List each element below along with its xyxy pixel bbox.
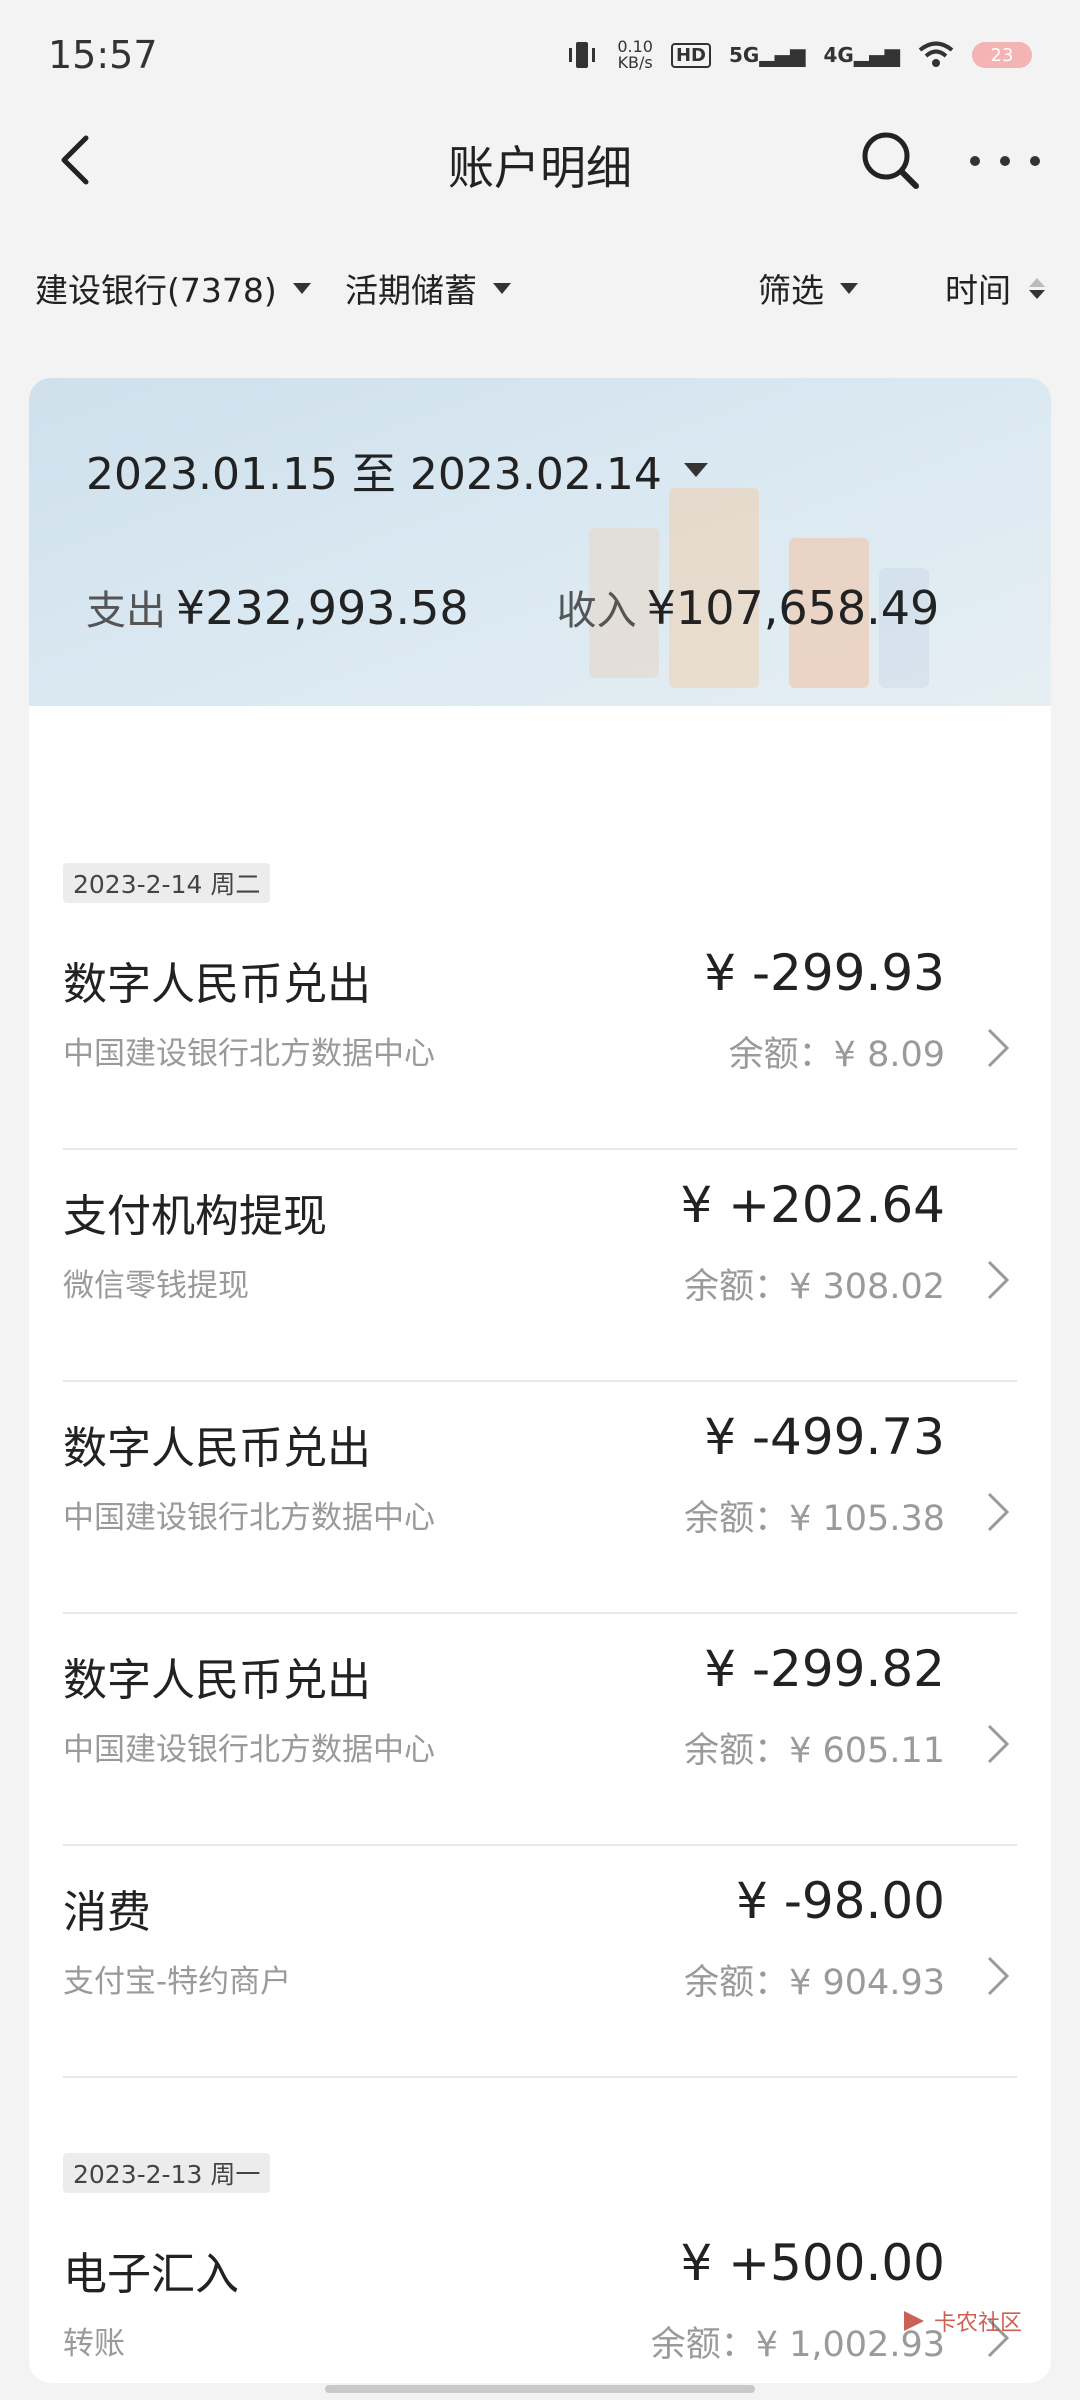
transactions-card: 2023.01.15 至 2023.02.14 支出 ¥232,993.58 收入… bbox=[29, 378, 1051, 2383]
transaction-row[interactable]: 支付机构提现 ¥ +202.64 微信零钱提现 余额：¥ 308.02 bbox=[63, 1150, 1017, 1382]
caret-down-icon bbox=[840, 282, 858, 294]
status-time: 15:57 bbox=[48, 33, 158, 77]
account-type-selector[interactable]: 活期储蓄 bbox=[345, 264, 511, 312]
filter-bar: 建设银行(7378) 活期储蓄 筛选 时间 bbox=[0, 250, 1080, 330]
hd-icon: HD bbox=[670, 42, 711, 68]
search-icon[interactable] bbox=[858, 128, 922, 192]
date-header: 2023-2-14 周二 bbox=[63, 863, 271, 903]
filter-button[interactable]: 筛选 bbox=[758, 264, 858, 312]
status-bar: 15:57 0.10 KB/s HD 5G▂▄▆ 4G▂▄▆ 23 bbox=[0, 0, 1080, 110]
nav-bar: 账户明细 bbox=[0, 110, 1080, 210]
date-range-selector[interactable]: 2023.01.15 至 2023.02.14 bbox=[86, 438, 708, 502]
time-sort-button[interactable]: 时间 bbox=[945, 264, 1045, 312]
date-header: 2023-2-13 周一 bbox=[63, 2153, 271, 2193]
watermark-logo-icon bbox=[904, 2311, 924, 2331]
chevron-right-icon bbox=[987, 1724, 1010, 1764]
vibrate-icon bbox=[569, 42, 596, 68]
chevron-right-icon bbox=[987, 1028, 1010, 1068]
transaction-row[interactable]: 消费 ¥ -98.00 支付宝-特约商户 余额：¥ 904.93 bbox=[63, 1846, 1017, 2078]
watermark: 卡农社区 bbox=[900, 2305, 1022, 2337]
transaction-row[interactable]: 数字人民币兑出 ¥ -299.82 中国建设银行北方数据中心 余额：¥ 605.… bbox=[63, 1614, 1017, 1846]
account-selector[interactable]: 建设银行(7378) bbox=[35, 264, 311, 312]
expense-total: 支出 ¥232,993.58 bbox=[86, 581, 469, 635]
chevron-right-icon bbox=[987, 1492, 1010, 1532]
summary-header: 2023.01.15 至 2023.02.14 支出 ¥232,993.58 收入… bbox=[29, 378, 1051, 706]
net-speed: 0.10 KB/s bbox=[617, 37, 653, 72]
caret-down-icon bbox=[292, 282, 311, 294]
status-icons: 0.10 KB/s HD 5G▂▄▆ 4G▂▄▆ 23 bbox=[565, 38, 1032, 72]
wifi-icon bbox=[918, 41, 954, 67]
transaction-row[interactable]: 数字人民币兑出 ¥ -299.93 中国建设银行北方数据中心 余额：¥ 8.09 bbox=[63, 918, 1017, 1150]
totals: 支出 ¥232,993.58 收入 ¥107,658.49 bbox=[86, 578, 939, 636]
home-indicator[interactable] bbox=[325, 2385, 755, 2393]
chevron-right-icon bbox=[987, 1260, 1010, 1300]
signal-5g-icon: 5G▂▄▆ bbox=[729, 43, 806, 67]
more-options-icon[interactable] bbox=[970, 136, 1040, 186]
transaction-row[interactable]: 电子汇入 ¥ +500.00 转账 余额：¥ 1,002.93 bbox=[63, 2208, 1017, 2383]
signal-4g-icon: 4G▂▄▆ bbox=[823, 43, 901, 67]
sort-icon bbox=[1029, 277, 1045, 299]
battery-icon: 23 bbox=[972, 42, 1032, 68]
chevron-right-icon bbox=[987, 1956, 1010, 1996]
transaction-row[interactable]: 数字人民币兑出 ¥ -499.73 中国建设银行北方数据中心 余额：¥ 105.… bbox=[63, 1382, 1017, 1614]
income-total: 收入 ¥107,658.49 bbox=[556, 581, 940, 635]
caret-down-icon bbox=[683, 463, 708, 477]
caret-down-icon bbox=[493, 282, 511, 294]
